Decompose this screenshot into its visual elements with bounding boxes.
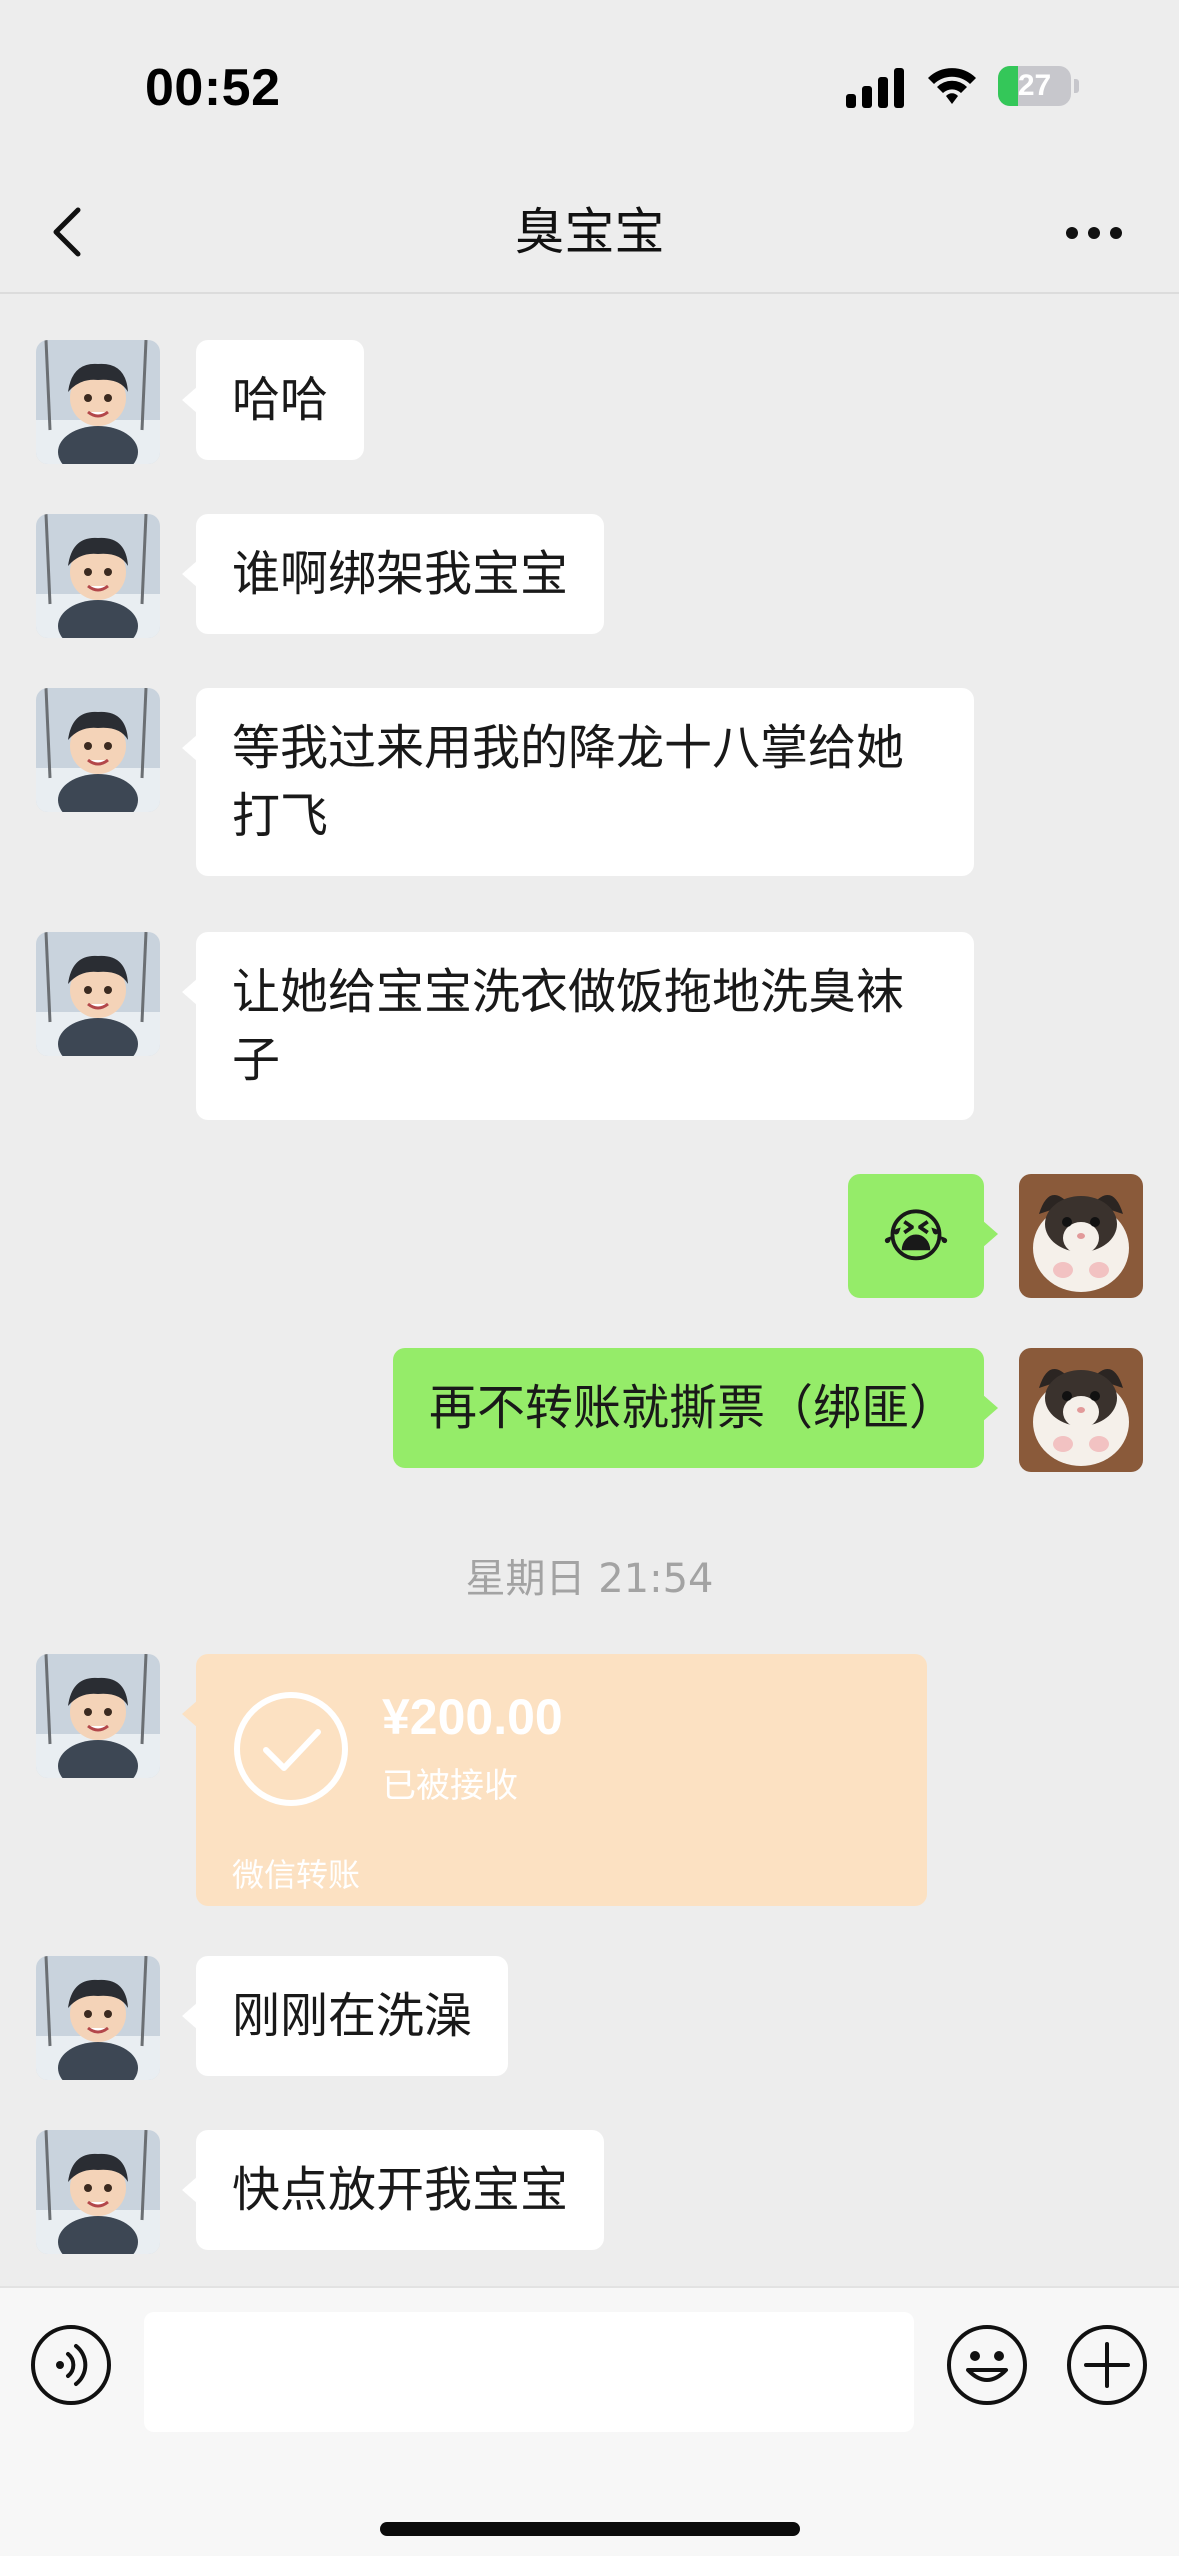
anime-boy-avatar-icon — [36, 1956, 160, 2080]
emoji-message-bubble[interactable]: 😭 — [848, 1174, 998, 1298]
anime-boy-avatar-icon — [36, 932, 160, 1056]
message-timestamp: 星期日 21:54 — [465, 1556, 714, 1602]
anime-boy-avatar-icon — [36, 688, 160, 812]
plus-circle-icon[interactable] — [1066, 2324, 1148, 2406]
message-list[interactable]: 哈哈 谁啊绑架我宝宝 等我过来用我的降龙十八掌给她打飞 让她给宝宝洗衣做饭拖地洗… — [0, 296, 1179, 2286]
contact-avatar[interactable] — [36, 340, 160, 464]
message-bubble[interactable]: 让她给宝宝洗衣做饭拖地洗臭袜子 — [182, 932, 974, 1120]
message-input[interactable] — [144, 2312, 914, 2432]
chat-header: 臭宝宝 — [0, 170, 1179, 294]
message-bubble[interactable]: 等我过来用我的降龙十八掌给她打飞 — [182, 688, 974, 876]
message-bubble[interactable]: 谁啊绑架我宝宝 — [181, 514, 605, 634]
self-avatar[interactable] — [1019, 1174, 1143, 1298]
contact-avatar[interactable] — [36, 1956, 160, 2080]
emoji-smile-icon[interactable] — [946, 2324, 1028, 2406]
wifi-icon — [928, 68, 976, 104]
chat-input-bar — [0, 2286, 1179, 2556]
kitten-avatar-icon — [1019, 1348, 1143, 1472]
check-circle-icon — [234, 1692, 348, 1806]
chat-title: 臭宝宝 — [514, 203, 665, 261]
voice-input-icon[interactable] — [30, 2324, 112, 2406]
message-bubble[interactable]: 再不转账就撕票（绑匪） — [393, 1348, 998, 1468]
ellipsis-icon[interactable] — [1064, 218, 1124, 248]
wechat-transfer-card[interactable]: ¥200.00 已被接收 微信转账 — [182, 1654, 927, 1906]
message-bubble[interactable]: 哈哈 — [181, 340, 365, 460]
contact-avatar[interactable] — [36, 514, 160, 638]
battery-charging-icon: 27 — [998, 66, 1079, 106]
contact-avatar[interactable] — [36, 688, 160, 812]
contact-avatar[interactable] — [36, 932, 160, 1056]
anime-boy-avatar-icon — [36, 514, 160, 638]
transfer-footer-label: 微信转账 — [232, 1856, 361, 1894]
anime-boy-avatar-icon — [36, 2130, 160, 2254]
transfer-status: 已被接收 — [382, 1766, 518, 1806]
message-bubble[interactable]: 刚刚在洗澡 — [181, 1956, 509, 2076]
status-bar: 00:52 27 — [0, 0, 1179, 170]
transfer-amount: ¥200.00 — [382, 1689, 563, 1745]
contact-avatar[interactable] — [36, 1654, 160, 1778]
kitten-avatar-icon — [1019, 1174, 1143, 1298]
battery-level: 27 — [1017, 69, 1052, 102]
self-avatar[interactable] — [1019, 1348, 1143, 1472]
cellular-signal-icon — [846, 68, 904, 108]
home-indicator — [380, 2522, 800, 2536]
status-time: 00:52 — [145, 59, 281, 117]
anime-boy-avatar-icon — [36, 340, 160, 464]
anime-boy-avatar-icon — [36, 1654, 160, 1778]
contact-avatar[interactable] — [36, 2130, 160, 2254]
message-bubble[interactable]: 快点放开我宝宝 — [181, 2130, 605, 2250]
